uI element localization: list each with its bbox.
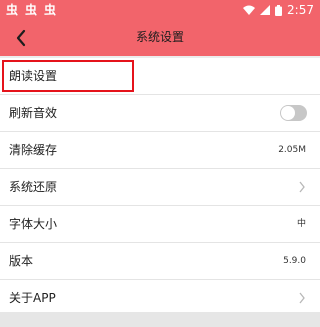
status-right: 2:57 bbox=[243, 2, 314, 18]
setting-clear-cache[interactable]: 清除缓存 2.05M bbox=[0, 132, 320, 169]
notification-icons: 虫 虫 虫 bbox=[6, 3, 56, 17]
setting-label: 版本 bbox=[9, 254, 34, 268]
cellular-signal-icon bbox=[260, 5, 271, 15]
version-value: 5.9.0 bbox=[283, 256, 306, 266]
settings-list: 朗读设置 刷新音效 清除缓存 2.05M 系统还原 字体大小 中 版本 5.9.… bbox=[0, 58, 320, 317]
setting-label: 系统还原 bbox=[9, 180, 58, 194]
battery-icon bbox=[275, 4, 283, 16]
app-notification-icon: 虫 bbox=[44, 3, 57, 17]
setting-label: 字体大小 bbox=[9, 217, 58, 231]
setting-read-aloud[interactable]: 朗读设置 bbox=[0, 58, 320, 95]
status-bar: 虫 虫 虫 2:57 bbox=[0, 0, 320, 20]
bottom-area bbox=[0, 312, 320, 327]
app-notification-icon: 虫 bbox=[25, 3, 38, 17]
cache-size-value: 2.05M bbox=[278, 145, 306, 155]
setting-system-restore[interactable]: 系统还原 bbox=[0, 169, 320, 206]
setting-label: 清除缓存 bbox=[9, 143, 58, 157]
setting-version: 版本 5.9.0 bbox=[0, 243, 320, 280]
setting-label: 关于APP bbox=[9, 291, 56, 305]
setting-label: 刷新音效 bbox=[9, 106, 58, 120]
setting-font-size[interactable]: 字体大小 中 bbox=[0, 206, 320, 243]
setting-refresh-sound: 刷新音效 bbox=[0, 95, 320, 132]
toggle-knob bbox=[281, 106, 295, 120]
chevron-right-icon bbox=[299, 292, 305, 304]
refresh-sound-toggle[interactable] bbox=[280, 105, 307, 121]
chevron-right-icon bbox=[299, 181, 305, 193]
wifi-icon bbox=[243, 5, 256, 15]
title-bar: 系统设置 bbox=[0, 22, 320, 54]
setting-label: 朗读设置 bbox=[9, 69, 58, 83]
font-size-value: 中 bbox=[296, 219, 306, 229]
page-title: 系统设置 bbox=[135, 30, 184, 44]
app-header: 虫 虫 虫 2:57 系统设置 bbox=[0, 0, 320, 56]
app-notification-icon: 虫 bbox=[6, 3, 19, 17]
status-time: 2:57 bbox=[287, 3, 314, 17]
